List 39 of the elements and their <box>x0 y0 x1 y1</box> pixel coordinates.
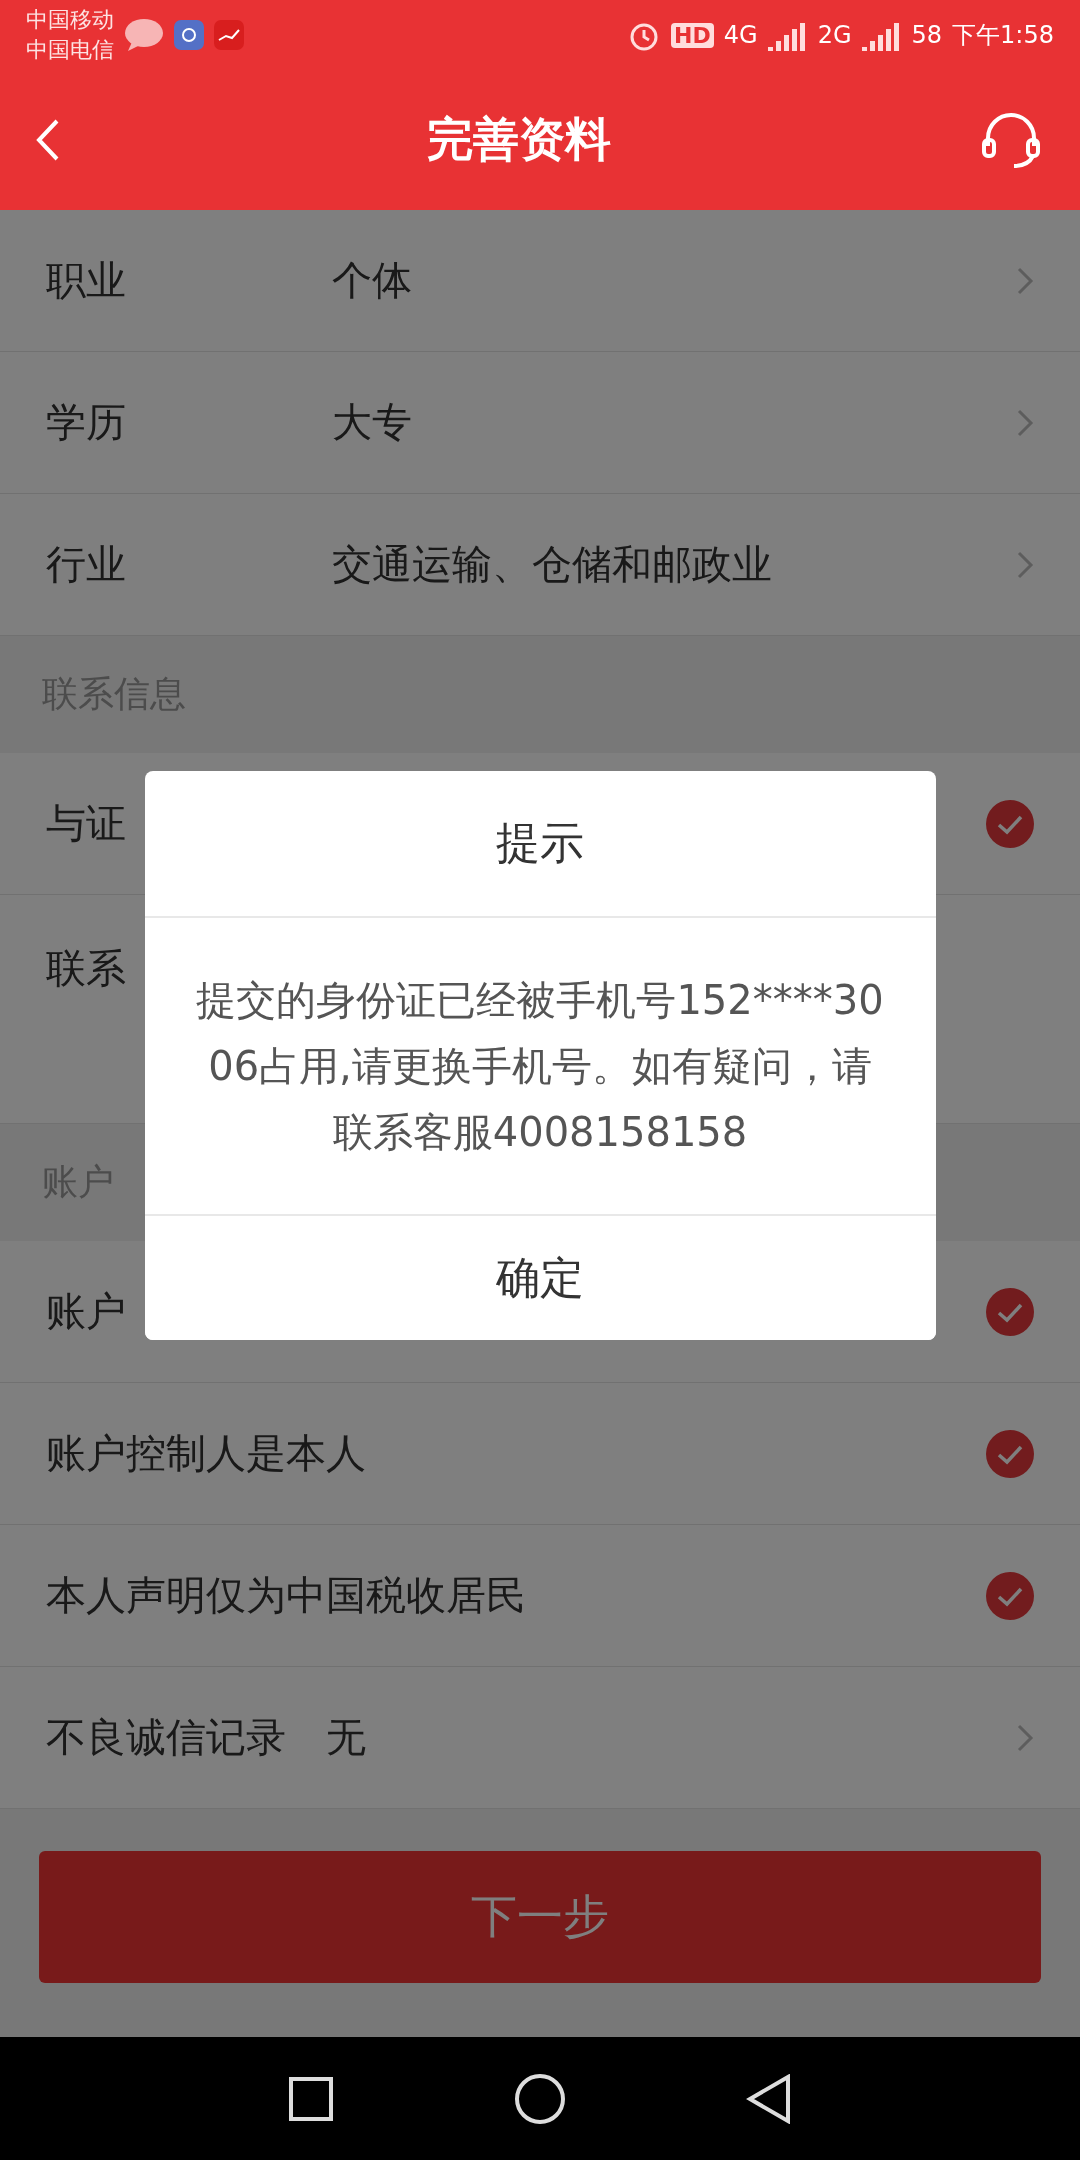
triangle-icon[interactable] <box>746 2073 792 2124</box>
carrier-name: 中国移动 <box>26 6 114 34</box>
row-value: 大专 <box>332 398 413 447</box>
chevron-right-icon <box>1016 407 1034 438</box>
checked-icon[interactable] <box>986 1571 1034 1620</box>
row-value: 无 <box>326 1713 367 1762</box>
row-label: 行业 <box>46 540 127 589</box>
dialog-message: 提交的身份证已经被手机号152****3006占用,请更换手机号。如有疑问，请联系客服4008158158 <box>195 976 885 1157</box>
battery-level: 58 <box>911 21 943 49</box>
row-label: 账户 <box>46 1287 126 1336</box>
checked-icon[interactable] <box>986 799 1034 848</box>
row-label: 学历 <box>46 398 127 447</box>
row-label: 与证 <box>46 799 126 848</box>
chevron-right-icon <box>1016 549 1034 580</box>
back-icon[interactable] <box>36 118 60 162</box>
app-icon <box>174 20 204 50</box>
checked-icon[interactable] <box>986 1429 1034 1478</box>
row-value: 交通运输、仓储和邮政业 <box>332 540 773 589</box>
row-label: 不良诚信记录 <box>46 1713 286 1762</box>
confirm-button[interactable]: 确定 <box>144 1214 936 1340</box>
square-icon[interactable] <box>288 2075 334 2122</box>
app-icon <box>214 20 244 50</box>
network-type: 2G <box>817 21 852 49</box>
checked-icon[interactable] <box>986 1287 1034 1336</box>
hd-label: HD <box>671 22 714 48</box>
row-label: 联系 <box>46 944 126 993</box>
dialog-title: 提示 <box>144 771 936 918</box>
carrier-name: 中国电信 <box>26 36 114 64</box>
row-label: 职业 <box>46 256 127 305</box>
chat-bubble-icon <box>124 18 164 52</box>
network-type: 4G <box>723 21 758 49</box>
row-label: 账户控制人是本人 <box>46 1429 366 1478</box>
circle-icon[interactable] <box>514 2072 566 2125</box>
clock-time: 下午1:58 <box>952 20 1054 51</box>
page-title: 完善资料 <box>426 111 612 168</box>
row-label: 本人声明仅为中国税收居民 <box>46 1571 526 1620</box>
chevron-right-icon <box>1016 1722 1034 1753</box>
chevron-right-icon <box>1016 265 1034 296</box>
row-value: 个体 <box>332 256 413 305</box>
